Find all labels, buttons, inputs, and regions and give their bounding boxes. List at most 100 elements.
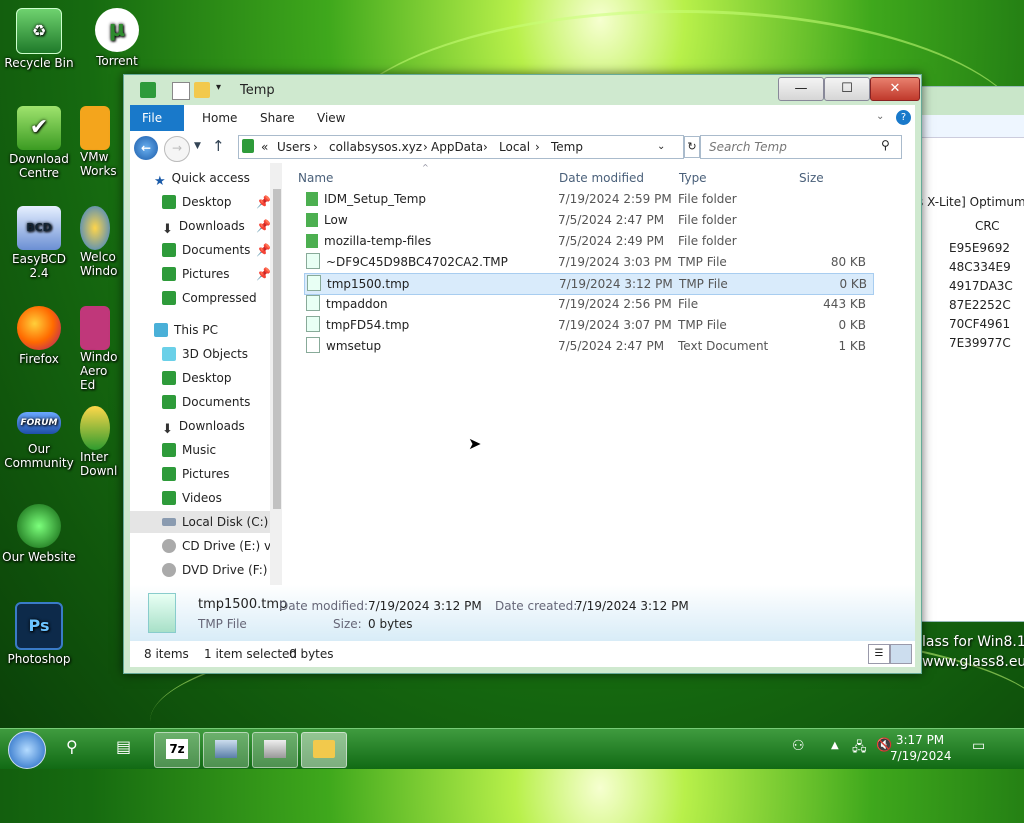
tab-file[interactable]: File (130, 105, 184, 131)
maximize-button[interactable]: ☐ (824, 77, 870, 101)
desktop-icon-idm[interactable]: Inter Downl (80, 406, 122, 478)
customize-toolbar-icon[interactable]: ▾ (216, 82, 232, 98)
file-row[interactable]: IDM_Setup_Temp 7/19/2024 2:59 PM File fold… (304, 189, 872, 209)
pin-icon[interactable]: 📌 (256, 239, 271, 261)
file-type: Text Document (678, 339, 769, 353)
minimize-button[interactable]: — (778, 77, 824, 101)
desktop-icon-photoshop[interactable]: Ps Photoshop (1, 602, 77, 666)
show-hidden-icons-icon[interactable]: ▲ (831, 740, 839, 751)
title-bar[interactable]: ▾ Temp — ☐ ✕ (124, 75, 921, 105)
nav-quick-documents[interactable]: Documents (162, 239, 250, 261)
column-header-name[interactable]: Name (298, 171, 333, 185)
column-header-type[interactable]: Type (679, 171, 707, 185)
file-row[interactable]: tmp1500.tmp 7/19/2024 3:12 PM TMP File 0 KB (304, 273, 874, 295)
desktop-icon-welcome[interactable]: Welco Windo (80, 206, 122, 278)
nav-quick-desktop[interactable]: Desktop (162, 191, 232, 213)
installer-icon (264, 740, 286, 758)
task-view-icon[interactable]: ▤ (116, 737, 131, 756)
disc-icon (162, 563, 176, 577)
taskbar-installer[interactable] (252, 732, 298, 768)
file-row[interactable]: tmpaddon 7/19/2024 2:56 PM File 443 KB (304, 294, 872, 314)
desktop-icon-download-centre[interactable]: ✔ Download Centre (1, 106, 77, 180)
nav-quick-pictures[interactable]: Pictures (162, 263, 230, 285)
nav-desktop[interactable]: Desktop (162, 367, 232, 389)
back-button[interactable]: ← (134, 136, 158, 160)
close-button[interactable]: ✕ (870, 77, 920, 101)
nav-3d-objects[interactable]: 3D Objects (162, 343, 248, 365)
system-clock[interactable]: 3:17 PM 7/19/2024 (890, 732, 952, 764)
nav-local-disk[interactable]: Local Disk (C:) (130, 511, 270, 533)
breadcrumb-temp[interactable]: Temp (551, 140, 583, 154)
start-button-icon[interactable] (8, 731, 46, 769)
nav-pictures[interactable]: Pictures (162, 463, 230, 485)
file-row[interactable]: tmpFD54.tmp 7/19/2024 3:07 PM TMP File 0 KB (304, 315, 872, 335)
nav-music[interactable]: Music (162, 439, 216, 461)
nav-videos[interactable]: Videos (162, 487, 222, 509)
desktop-icon-torrent[interactable]: µ Torrent (79, 8, 155, 68)
crc-column-header[interactable]: CRC (975, 219, 1000, 233)
file-row[interactable]: mozilla-temp-files 7/5/2024 2:49 PM File f… (304, 231, 872, 251)
explorer-window[interactable]: ▾ Temp — ☐ ✕ File Home Share View ⌄ ? ← … (123, 74, 922, 674)
file-row[interactable]: Low 7/5/2024 2:47 PM File folder (304, 210, 872, 230)
column-header-date[interactable]: Date modified (559, 171, 644, 185)
file-row[interactable]: ~DF9C45D98BC4702CA2.TMP 7/19/2024 3:03 PM… (304, 252, 872, 272)
desktop-icon-recycle-bin[interactable]: ♻ Recycle Bin (1, 8, 77, 70)
breadcrumb-overflow[interactable]: « (261, 140, 268, 154)
desktop-icon-aero[interactable]: Windo Aero Ed (80, 306, 122, 392)
details-view-button[interactable]: ☰ (868, 644, 890, 664)
breadcrumb-users[interactable]: Users (277, 140, 311, 154)
tab-share[interactable]: Share (248, 105, 307, 131)
refresh-icon[interactable]: ↻ (684, 136, 700, 158)
watermark-line: lass for Win8.1 (922, 634, 1024, 650)
taskbar-computer[interactable] (203, 732, 249, 768)
nav-label: Videos (182, 491, 222, 505)
notifications-icon[interactable]: ▭ (972, 738, 985, 754)
desktop-icon-vmware[interactable]: VMw Works (80, 106, 122, 178)
nav-this-pc[interactable]: This PC (154, 319, 218, 341)
expand-ribbon-icon[interactable]: ⌄ (876, 111, 884, 122)
disc-icon (162, 539, 176, 553)
forward-button[interactable]: → (164, 136, 190, 162)
column-header-size[interactable]: Size (799, 171, 824, 185)
network-icon[interactable]: 🖧 (852, 738, 867, 760)
nav-quick-compressed[interactable]: Compressed (162, 287, 257, 309)
nav-dvd-drive[interactable]: DVD Drive (F:) H (162, 559, 280, 581)
up-arrow-icon[interactable]: ↑ (212, 137, 225, 155)
nav-documents[interactable]: Documents (162, 391, 250, 413)
address-box[interactable]: « Users › collabsysos.xyz › AppData › Lo… (238, 135, 684, 159)
tab-view[interactable]: View (305, 105, 357, 131)
nav-quick-downloads[interactable]: ⬇ Downloads (162, 215, 245, 237)
nav-quick-access[interactable]: ★ Quick access (154, 167, 250, 189)
search-icon[interactable]: ⚲ (881, 138, 890, 152)
nav-downloads[interactable]: ⬇ Downloads (162, 415, 245, 437)
desktop-icon-community[interactable]: FORUM Our Community (1, 412, 77, 470)
breadcrumb-appdata[interactable]: AppData (431, 140, 483, 154)
address-dropdown-icon[interactable]: ⌄ (657, 141, 665, 152)
nav-cd-drive[interactable]: CD Drive (E:) virt (162, 535, 282, 557)
file-name: ~DF9C45D98BC4702CA2.TMP (326, 255, 508, 269)
new-folder-icon[interactable] (194, 82, 210, 98)
people-icon[interactable]: ⚇ (792, 738, 805, 754)
tab-home[interactable]: Home (190, 105, 249, 131)
search-icon[interactable]: ⚲ (66, 737, 78, 756)
properties-icon[interactable] (172, 82, 190, 100)
breadcrumb-user[interactable]: collabsysos.xyz (329, 140, 422, 154)
large-icons-view-button[interactable] (890, 644, 912, 664)
breadcrumb-sep-icon: › (483, 140, 488, 154)
pin-icon[interactable]: 📌 (256, 263, 271, 285)
nav-scrollbar[interactable] (270, 163, 282, 585)
help-icon[interactable]: ? (896, 110, 911, 125)
pin-icon[interactable]: 📌 (256, 191, 271, 213)
search-input[interactable]: Search Temp ⚲ (700, 135, 902, 159)
breadcrumb-local[interactable]: Local (499, 140, 530, 154)
taskbar-7zip[interactable]: 7z (154, 732, 200, 768)
pin-icon[interactable]: 📌 (256, 215, 271, 237)
desktop-icon-website[interactable]: Our Website (1, 504, 77, 564)
file-size: 0 KB (839, 277, 867, 291)
file-row[interactable]: wmsetup 7/5/2024 2:47 PM Text Document 1 KB (304, 336, 872, 356)
desktop-icon-easybcd[interactable]: BCD EasyBCD 2.4 (1, 206, 77, 280)
scrollbar-thumb[interactable] (273, 189, 281, 509)
desktop-icon-firefox[interactable]: Firefox (1, 306, 77, 366)
recent-locations-icon[interactable]: ▼ (194, 141, 201, 151)
taskbar-file-explorer[interactable] (301, 732, 347, 768)
